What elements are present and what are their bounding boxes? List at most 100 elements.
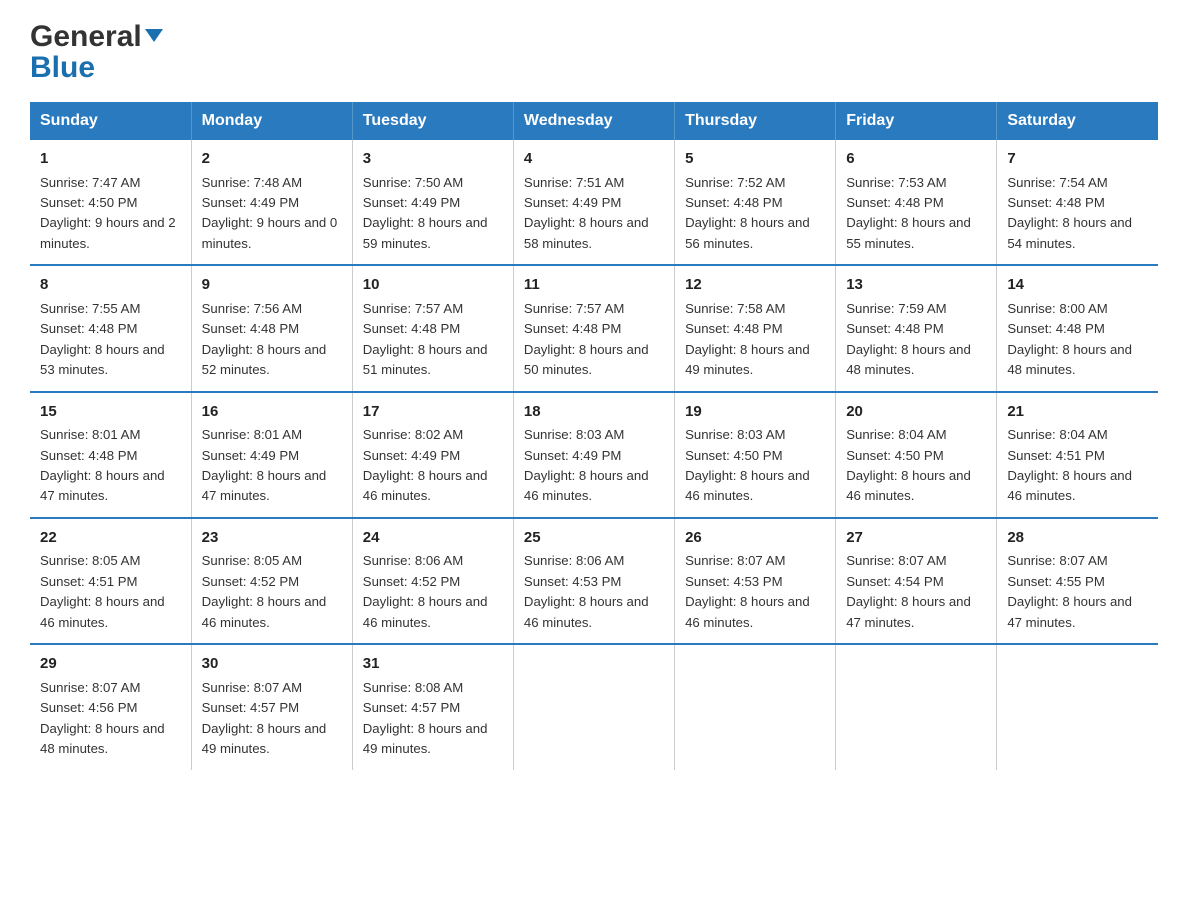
calendar-cell: 15 Sunrise: 8:01 AMSunset: 4:48 PMDayligh… [30,392,191,518]
day-number: 9 [202,274,342,297]
day-info: Sunrise: 8:03 AMSunset: 4:50 PMDaylight:… [685,427,810,503]
day-info: Sunrise: 8:01 AMSunset: 4:49 PMDaylight:… [202,427,327,503]
day-info: Sunrise: 8:07 AMSunset: 4:56 PMDaylight:… [40,680,165,756]
calendar-cell: 16 Sunrise: 8:01 AMSunset: 4:49 PMDayligh… [191,392,352,518]
day-number: 26 [685,527,825,550]
day-info: Sunrise: 7:59 AMSunset: 4:48 PMDaylight:… [846,301,971,377]
calendar-cell: 25Sunrise: 8:06 AMSunset: 4:53 PMDayligh… [513,518,674,644]
calendar-cell: 5Sunrise: 7:52 AMSunset: 4:48 PMDaylight… [675,140,836,265]
day-number: 19 [685,401,825,424]
header-saturday: Saturday [997,102,1158,140]
calendar-cell: 6 Sunrise: 7:53 AMSunset: 4:48 PMDaylight… [836,140,997,265]
calendar-table: SundayMondayTuesdayWednesdayThursdayFrid… [30,102,1158,770]
calendar-cell: 4 Sunrise: 7:51 AMSunset: 4:49 PMDaylight… [513,140,674,265]
day-info: Sunrise: 8:05 AMSunset: 4:52 PMDaylight:… [202,553,327,629]
calendar-cell: 19 Sunrise: 8:03 AMSunset: 4:50 PMDayligh… [675,392,836,518]
calendar-cell: 22 Sunrise: 8:05 AMSunset: 4:51 PMDayligh… [30,518,191,644]
calendar-week-row: 22 Sunrise: 8:05 AMSunset: 4:51 PMDayligh… [30,518,1158,644]
day-number: 30 [202,653,342,676]
day-info: Sunrise: 8:06 AMSunset: 4:53 PMDaylight:… [524,553,649,629]
day-number: 27 [846,527,986,550]
day-number: 21 [1007,401,1148,424]
day-number: 18 [524,401,664,424]
day-number: 3 [363,148,503,171]
calendar-cell [997,644,1158,769]
calendar-cell: 10Sunrise: 7:57 AMSunset: 4:48 PMDayligh… [352,265,513,391]
day-number: 7 [1007,148,1148,171]
calendar-cell: 30 Sunrise: 8:07 AMSunset: 4:57 PMDayligh… [191,644,352,769]
calendar-cell: 3 Sunrise: 7:50 AMSunset: 4:49 PMDaylight… [352,140,513,265]
day-info: Sunrise: 8:03 AMSunset: 4:49 PMDaylight:… [524,427,649,503]
calendar-cell: 27 Sunrise: 8:07 AMSunset: 4:54 PMDayligh… [836,518,997,644]
day-info: Sunrise: 8:04 AMSunset: 4:51 PMDaylight:… [1007,427,1132,503]
day-number: 8 [40,274,181,297]
day-number: 15 [40,401,181,424]
day-info: Sunrise: 8:08 AMSunset: 4:57 PMDaylight:… [363,680,488,756]
day-number: 1 [40,148,181,171]
day-number: 14 [1007,274,1148,297]
day-number: 6 [846,148,986,171]
day-info: Sunrise: 7:48 AMSunset: 4:49 PMDaylight:… [202,175,338,251]
header-tuesday: Tuesday [352,102,513,140]
calendar-cell: 2 Sunrise: 7:48 AMSunset: 4:49 PMDaylight… [191,140,352,265]
calendar-cell: 12Sunrise: 7:58 AMSunset: 4:48 PMDayligh… [675,265,836,391]
day-info: Sunrise: 7:50 AMSunset: 4:49 PMDaylight:… [363,175,488,251]
day-number: 11 [524,274,664,297]
logo: General Blue [30,20,163,84]
header-thursday: Thursday [675,102,836,140]
day-number: 29 [40,653,181,676]
page-header: General Blue [30,20,1158,84]
calendar-cell: 18 Sunrise: 8:03 AMSunset: 4:49 PMDayligh… [513,392,674,518]
day-info: Sunrise: 8:01 AMSunset: 4:48 PMDaylight:… [40,427,165,503]
logo-arrow-icon [145,29,163,42]
calendar-cell: 14 Sunrise: 8:00 AMSunset: 4:48 PMDayligh… [997,265,1158,391]
calendar-cell: 8 Sunrise: 7:55 AMSunset: 4:48 PMDaylight… [30,265,191,391]
day-number: 12 [685,274,825,297]
day-info: Sunrise: 8:04 AMSunset: 4:50 PMDaylight:… [846,427,971,503]
day-info: Sunrise: 7:55 AMSunset: 4:48 PMDaylight:… [40,301,165,377]
day-number: 31 [363,653,503,676]
day-number: 4 [524,148,664,171]
day-number: 22 [40,527,181,550]
calendar-cell [836,644,997,769]
day-info: Sunrise: 8:02 AMSunset: 4:49 PMDaylight:… [363,427,488,503]
header-monday: Monday [191,102,352,140]
calendar-cell: 23Sunrise: 8:05 AMSunset: 4:52 PMDayligh… [191,518,352,644]
day-info: Sunrise: 7:47 AMSunset: 4:50 PMDaylight:… [40,175,176,251]
day-number: 28 [1007,527,1148,550]
logo-general: General [30,20,142,53]
day-info: Sunrise: 8:07 AMSunset: 4:53 PMDaylight:… [685,553,810,629]
calendar-week-row: 1 Sunrise: 7:47 AMSunset: 4:50 PMDaylight… [30,140,1158,265]
calendar-week-row: 8 Sunrise: 7:55 AMSunset: 4:48 PMDaylight… [30,265,1158,391]
calendar-cell: 20Sunrise: 8:04 AMSunset: 4:50 PMDayligh… [836,392,997,518]
day-info: Sunrise: 7:53 AMSunset: 4:48 PMDaylight:… [846,175,971,251]
day-info: Sunrise: 8:07 AMSunset: 4:54 PMDaylight:… [846,553,971,629]
calendar-cell: 28 Sunrise: 8:07 AMSunset: 4:55 PMDayligh… [997,518,1158,644]
logo-blue: Blue [30,51,95,84]
calendar-cell: 17Sunrise: 8:02 AMSunset: 4:49 PMDayligh… [352,392,513,518]
calendar-cell: 13Sunrise: 7:59 AMSunset: 4:48 PMDayligh… [836,265,997,391]
calendar-cell: 7 Sunrise: 7:54 AMSunset: 4:48 PMDaylight… [997,140,1158,265]
calendar-cell: 9 Sunrise: 7:56 AMSunset: 4:48 PMDaylight… [191,265,352,391]
day-info: Sunrise: 8:06 AMSunset: 4:52 PMDaylight:… [363,553,488,629]
calendar-cell: 24 Sunrise: 8:06 AMSunset: 4:52 PMDayligh… [352,518,513,644]
day-info: Sunrise: 7:56 AMSunset: 4:48 PMDaylight:… [202,301,327,377]
day-info: Sunrise: 7:57 AMSunset: 4:48 PMDaylight:… [524,301,649,377]
day-info: Sunrise: 7:54 AMSunset: 4:48 PMDaylight:… [1007,175,1132,251]
calendar-cell: 29 Sunrise: 8:07 AMSunset: 4:56 PMDayligh… [30,644,191,769]
day-info: Sunrise: 7:51 AMSunset: 4:49 PMDaylight:… [524,175,649,251]
day-number: 16 [202,401,342,424]
header-wednesday: Wednesday [513,102,674,140]
day-info: Sunrise: 8:07 AMSunset: 4:55 PMDaylight:… [1007,553,1132,629]
calendar-cell: 26 Sunrise: 8:07 AMSunset: 4:53 PMDayligh… [675,518,836,644]
calendar-cell: 21 Sunrise: 8:04 AMSunset: 4:51 PMDayligh… [997,392,1158,518]
day-number: 2 [202,148,342,171]
day-info: Sunrise: 8:05 AMSunset: 4:51 PMDaylight:… [40,553,165,629]
calendar-cell [513,644,674,769]
day-number: 24 [363,527,503,550]
day-info: Sunrise: 8:07 AMSunset: 4:57 PMDaylight:… [202,680,327,756]
day-info: Sunrise: 8:00 AMSunset: 4:48 PMDaylight:… [1007,301,1132,377]
calendar-cell: 11 Sunrise: 7:57 AMSunset: 4:48 PMDayligh… [513,265,674,391]
header-sunday: Sunday [30,102,191,140]
calendar-cell [675,644,836,769]
